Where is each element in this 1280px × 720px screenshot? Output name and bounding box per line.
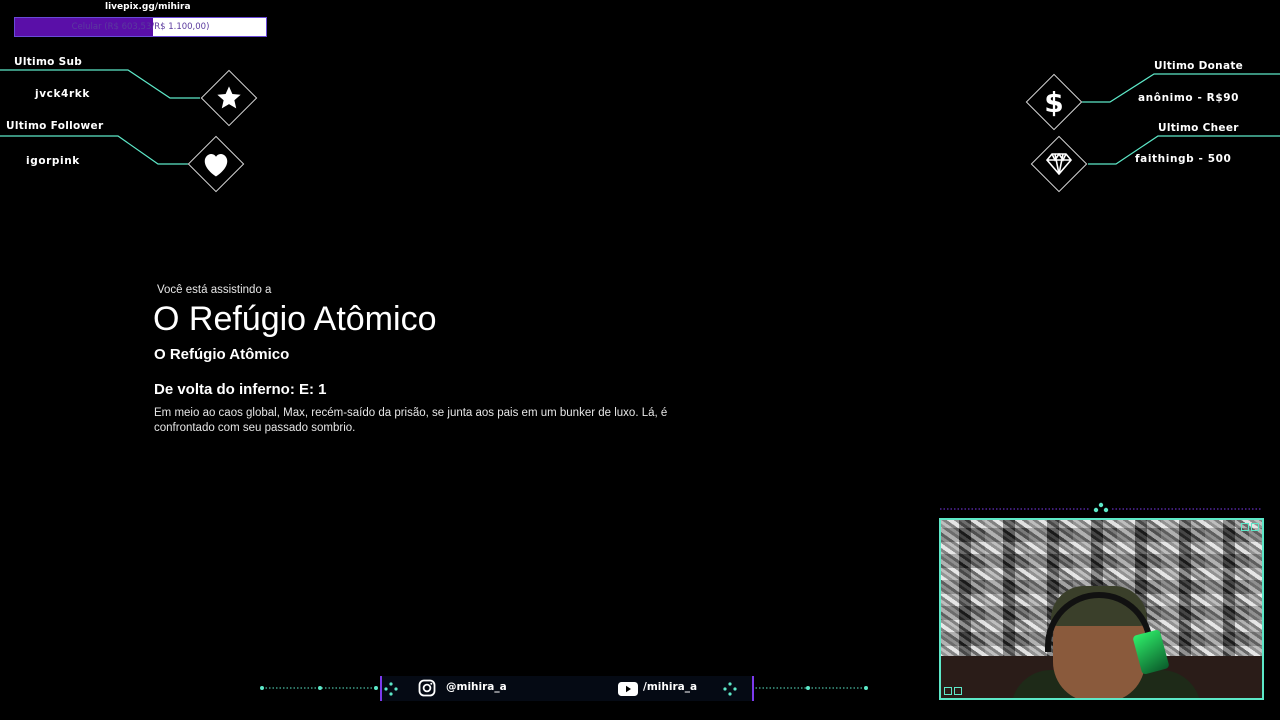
heart-icon	[187, 135, 245, 193]
sparkle-icon-right	[723, 681, 737, 696]
watching-label: Você está assistindo a	[157, 284, 272, 296]
last-donate-label: Ultimo Donate	[1154, 60, 1244, 72]
last-donate-value: anônimo - R$90	[1138, 92, 1240, 104]
sparkle-icon-left	[384, 681, 398, 696]
sub-connector-line	[0, 69, 200, 99]
episode-description: Em meio ao caos global, Max, recém-saído…	[154, 407, 668, 434]
last-cheer-label: Ultimo Cheer	[1158, 122, 1239, 134]
diamond-gem-icon	[1030, 135, 1088, 193]
last-sub-value: jvck4rkk	[35, 88, 90, 100]
show-subtitle: O Refúgio Atômico	[154, 346, 290, 363]
instagram-icon	[418, 679, 436, 697]
goal-progress-bar: Celular (R$ 603,53/R$ 1.100,00)	[14, 17, 267, 37]
last-sub-label: Ultimo Sub	[14, 56, 83, 68]
social-bar	[380, 676, 754, 701]
cam-corner-tr2	[1241, 523, 1249, 531]
goal-text: Celular (R$ 603,53/R$ 1.100,00)	[71, 22, 210, 32]
episode-title: De volta do inferno: E: 1	[154, 381, 327, 398]
instagram-handle: @mihira_a	[446, 681, 507, 693]
star-icon	[200, 69, 258, 127]
last-cheer-value: faithingb - 500	[1135, 153, 1232, 165]
last-follower-value: igorpink	[26, 155, 80, 167]
youtube-icon	[618, 681, 638, 696]
last-follower-label: Ultimo Follower	[6, 120, 104, 132]
show-title: O Refúgio Atômico	[153, 300, 437, 338]
stream-overlay: livepix.gg/mihira Celular (R$ 603,53/R$ …	[0, 0, 1280, 720]
dollar-icon: $	[1044, 85, 1064, 119]
youtube-handle: /mihira_a	[643, 681, 698, 693]
cam-corner-bl2	[954, 687, 962, 695]
cam-corner-tr	[1251, 523, 1259, 531]
goal-url: livepix.gg/mihira	[105, 2, 191, 12]
cam-corner-bl	[944, 687, 952, 695]
webcam-feed	[939, 518, 1264, 700]
